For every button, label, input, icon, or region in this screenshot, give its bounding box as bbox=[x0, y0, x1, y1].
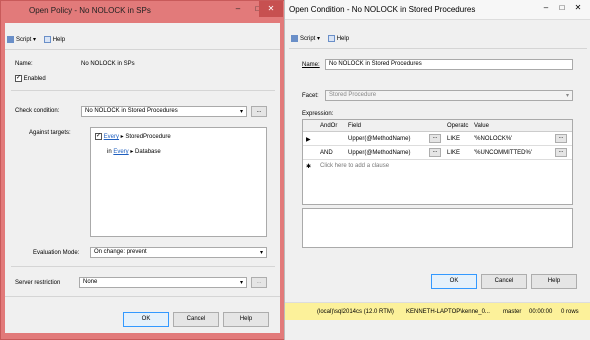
new-row-icon: ✱ bbox=[306, 164, 312, 170]
toolbar-separator bbox=[289, 48, 587, 49]
header-operator: Operatc bbox=[447, 123, 469, 129]
chevron-down-icon: ▾ bbox=[239, 280, 243, 286]
separator bbox=[5, 296, 280, 297]
condition-name-label: Name: bbox=[302, 62, 320, 68]
row-value: '%UNCOMMITTED%' bbox=[474, 150, 532, 156]
row-operator: LIKE bbox=[447, 136, 461, 142]
server-restriction-ellipsis-button[interactable]: ... bbox=[251, 277, 267, 288]
status-bar: (local)\sql2014cs (12.0 RTM) KENNETH-LAP… bbox=[285, 302, 590, 320]
check-condition-select[interactable]: No NOLOCK in Stored Procedures ▾ bbox=[81, 106, 247, 117]
target-row-1: ✓ Every ▸ StoredProcedure bbox=[95, 133, 171, 141]
evaluation-mode-select[interactable]: On change: prevent ▾ bbox=[90, 247, 267, 258]
cancel-button[interactable]: Cancel bbox=[173, 312, 219, 327]
field-ellipsis-button[interactable]: ... bbox=[429, 134, 441, 143]
status-server: (local)\sql2014cs (12.0 RTM) bbox=[317, 309, 394, 315]
target-checkbox[interactable]: ✓ bbox=[95, 133, 102, 140]
script-icon bbox=[291, 34, 298, 42]
status-user: KENNETH-LAPTOP\kenne_0... bbox=[406, 309, 490, 315]
toolbar-separator bbox=[5, 49, 280, 50]
left-toolbar: Script ▾ Help bbox=[7, 33, 65, 47]
help-button[interactable]: Help bbox=[223, 312, 269, 327]
help-icon bbox=[43, 35, 51, 43]
chevron-down-icon: ▾ bbox=[259, 250, 263, 256]
expression-label: Expression: bbox=[302, 111, 334, 117]
against-targets-label: Against targets: bbox=[29, 130, 71, 136]
table-row[interactable]: AND Upper(@MethodName) ... LIKE '%UNCOMM… bbox=[303, 146, 572, 160]
server-restriction-select[interactable]: None ▾ bbox=[79, 277, 247, 288]
server-restriction-label: Server restriction bbox=[15, 280, 61, 286]
add-clause-row[interactable]: ✱ Click here to add a clause bbox=[303, 160, 572, 172]
condition-ok-button[interactable]: OK bbox=[431, 274, 477, 289]
open-policy-window: Open Policy - No NOLOCK in SPs – □ ✕ Scr… bbox=[0, 0, 285, 340]
grid-header: AndOr Field Operatc Value bbox=[303, 120, 572, 132]
condition-cancel-button[interactable]: Cancel bbox=[481, 274, 527, 289]
target-every-link[interactable]: Every bbox=[104, 134, 119, 140]
name-value[interactable]: No NOLOCK in SPs bbox=[81, 61, 135, 67]
value-ellipsis-button[interactable]: ... bbox=[555, 134, 567, 143]
right-help-button[interactable]: Help bbox=[327, 34, 349, 42]
check-condition-label: Check condition: bbox=[15, 108, 60, 114]
row-value: '%NOLOCK%' bbox=[474, 136, 513, 142]
check-condition-ellipsis-button[interactable]: ... bbox=[251, 106, 267, 117]
left-help-button[interactable]: Help bbox=[43, 35, 65, 43]
row-operator: LIKE bbox=[447, 150, 461, 156]
close-button[interactable]: ✕ bbox=[259, 1, 283, 17]
enabled-checkbox[interactable]: ✓ Enabled bbox=[15, 75, 46, 82]
row-andor: AND bbox=[320, 150, 333, 156]
right-script-button[interactable]: Script ▾ bbox=[291, 34, 320, 42]
add-clause-text: Click here to add a clause bbox=[320, 163, 390, 169]
chevron-down-icon: ▾ bbox=[239, 109, 243, 115]
row-selector-icon: ▶ bbox=[306, 137, 311, 143]
row-field: Upper(@MethodName) bbox=[348, 150, 411, 156]
header-value: Value bbox=[474, 123, 489, 129]
right-toolbar: Script ▾ Help bbox=[291, 32, 349, 46]
name-label: Name: bbox=[15, 61, 33, 67]
target-row-2: in Every ▸ Database bbox=[107, 149, 161, 155]
ok-button[interactable]: OK bbox=[123, 312, 169, 327]
facet-select[interactable]: Stored Procedure ▾ bbox=[325, 90, 573, 101]
field-ellipsis-button[interactable]: ... bbox=[429, 148, 441, 157]
description-box[interactable] bbox=[302, 208, 573, 248]
open-condition-window: Open Condition - No NOLOCK in Stored Pro… bbox=[284, 0, 590, 340]
separator bbox=[11, 266, 275, 267]
left-title-bar: Open Policy - No NOLOCK in SPs – □ ✕ bbox=[1, 1, 286, 21]
right-title-bar: Open Condition - No NOLOCK in Stored Pro… bbox=[285, 0, 590, 20]
database-every-link[interactable]: Every bbox=[113, 149, 128, 155]
status-database: master bbox=[503, 309, 522, 315]
expression-grid: AndOr Field Operatc Value ▶ Upper(@Metho… bbox=[302, 119, 573, 205]
row-field: Upper(@MethodName) bbox=[348, 136, 411, 142]
header-field: Field bbox=[348, 123, 362, 129]
status-time: 00:00:00 bbox=[529, 309, 553, 315]
table-row[interactable]: ▶ Upper(@MethodName) ... LIKE '%NOLOCK%'… bbox=[303, 132, 572, 146]
help-icon bbox=[327, 34, 335, 42]
left-script-button[interactable]: Script ▾ bbox=[7, 35, 36, 43]
minimize-button[interactable]: – bbox=[227, 1, 249, 17]
left-window-title: Open Policy - No NOLOCK in SPs bbox=[29, 6, 151, 15]
evaluation-mode-label: Evaluation Mode: bbox=[33, 250, 80, 256]
value-ellipsis-button[interactable]: ... bbox=[555, 148, 567, 157]
script-icon bbox=[7, 35, 14, 43]
close-button[interactable]: ✕ bbox=[567, 0, 589, 16]
right-window-title: Open Condition - No NOLOCK in Stored Pro… bbox=[289, 5, 476, 14]
facet-label: Facet: bbox=[302, 93, 319, 99]
condition-help-button[interactable]: Help bbox=[531, 274, 577, 289]
checkbox-icon: ✓ bbox=[15, 75, 22, 82]
status-rows: 0 rows bbox=[561, 309, 579, 315]
left-window-body: Script ▾ Help Name: No NOLOCK in SPs ✓ E… bbox=[5, 23, 280, 333]
condition-name-field[interactable]: No NOLOCK in Stored Procedures bbox=[325, 59, 573, 70]
header-andor: AndOr bbox=[320, 123, 338, 129]
chevron-down-icon: ▾ bbox=[565, 93, 569, 99]
separator bbox=[11, 90, 275, 91]
targets-box: ✓ Every ▸ StoredProcedure in Every ▸ Dat… bbox=[90, 127, 267, 237]
